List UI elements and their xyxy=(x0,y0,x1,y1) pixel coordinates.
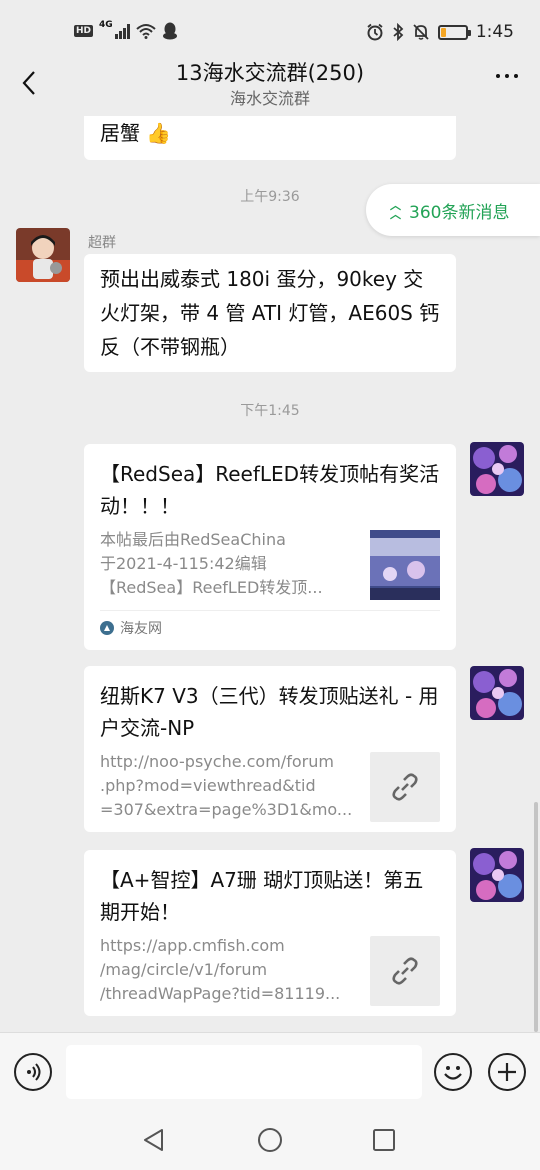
new-messages-label: 360条新消息 xyxy=(409,202,510,223)
card-description: 本帖最后由RedSeaChina 于2021-4-115:42编辑 【RedSe… xyxy=(100,530,323,597)
nav-back-button[interactable] xyxy=(138,1124,170,1156)
card-title: 【RedSea】ReefLED转发顶帖有奖活动！！！ xyxy=(100,462,440,518)
card-description: https://app.cmfish.com /mag/circle/v1/fo… xyxy=(100,936,341,1003)
hd-badge: HD xyxy=(74,25,94,37)
emoji-icon xyxy=(444,1066,462,1080)
link-card-np[interactable]: 纽斯K7 V3（三代）转发顶贴送礼 - 用户交流-NP http://noo-p… xyxy=(84,666,456,832)
message-bubble[interactable]: 预出出威泰式 180i 蛋分，90key 交火灯架，带 4 管 ATI 灯管，A… xyxy=(84,254,456,372)
link-card-cmfish[interactable]: 【A+智控】A7珊 瑚灯顶贴送！第五期开始！ https://app.cmfis… xyxy=(84,850,456,1016)
link-icon xyxy=(392,773,418,801)
card-source: 海友网 xyxy=(100,610,440,644)
emoji-button[interactable] xyxy=(434,1053,472,1091)
card-body: https://app.cmfish.com /mag/circle/v1/fo… xyxy=(100,934,440,1006)
voice-button[interactable] xyxy=(14,1053,52,1091)
avatar-self[interactable] xyxy=(470,442,524,496)
more-options-button[interactable] xyxy=(496,74,518,78)
header-title-block: 13海水交流群(250) 海水交流群 xyxy=(0,58,540,110)
status-time: 1:45 xyxy=(475,22,514,42)
partial-message-text: 居蟹 👍 xyxy=(100,121,172,145)
mute-bell-icon xyxy=(413,24,429,40)
double-chevron-up-icon: ︿ ︿ xyxy=(390,199,401,221)
system-nav-bar xyxy=(0,1110,540,1170)
qq-penguin-icon xyxy=(162,22,177,40)
wifi-icon xyxy=(136,24,156,39)
more-dot xyxy=(514,74,518,78)
source-logo-icon xyxy=(100,620,114,635)
avatar[interactable] xyxy=(16,228,70,282)
chat-scrollbar[interactable] xyxy=(534,802,538,1032)
signal-icon xyxy=(114,23,130,39)
more-dot xyxy=(505,74,509,78)
link-icon xyxy=(392,957,418,985)
card-body: 本帖最后由RedSeaChina 于2021-4-115:42编辑 【RedSe… xyxy=(100,528,440,600)
nav-recents-button[interactable] xyxy=(368,1124,400,1156)
nav-back-triangle-icon xyxy=(144,1129,163,1151)
card-description: http://noo-psyche.com/forum .php?mod=vie… xyxy=(100,752,353,819)
avatar-self[interactable] xyxy=(470,666,524,720)
battery-icon xyxy=(437,24,471,40)
chat-area[interactable]: 居蟹 👍 上午9:36 ︿ ︿ 360条新消息 超群 预出出威泰式 180i 蛋分… xyxy=(0,116,540,1032)
coral-avatar-image xyxy=(470,442,524,496)
status-left: HD 4G xyxy=(74,20,178,40)
network-type: 4G xyxy=(99,20,113,30)
plus-button[interactable] xyxy=(488,1053,526,1091)
more-dots-icon xyxy=(496,74,500,78)
nav-home-circle-icon xyxy=(258,1128,282,1152)
card-body: http://noo-psyche.com/forum .php?mod=vie… xyxy=(100,750,440,822)
nav-home-button[interactable] xyxy=(254,1124,286,1156)
card-thumbnail xyxy=(370,936,440,1006)
message-text: 预出出威泰式 180i 蛋分，90key 交火灯架，带 4 管 ATI 灯管，A… xyxy=(100,267,440,359)
partial-message-bubble[interactable]: 居蟹 👍 xyxy=(84,116,456,160)
card-title: 【A+智控】A7珊 瑚灯顶贴送！第五期开始！ xyxy=(100,868,424,924)
voice-icon xyxy=(27,1063,41,1081)
card-title: 纽斯K7 V3（三代）转发顶贴送礼 - 用户交流-NP xyxy=(100,684,439,740)
bluetooth-icon xyxy=(393,23,404,41)
avatar-image xyxy=(16,228,70,282)
link-card-redsea[interactable]: 【RedSea】ReefLED转发顶帖有奖活动！！！ 本帖最后由RedSeaCh… xyxy=(84,444,456,650)
card-thumbnail xyxy=(370,530,440,600)
sender-name: 超群 xyxy=(88,235,116,251)
plus-icon xyxy=(498,1063,516,1081)
card-thumbnail xyxy=(370,752,440,822)
chat-header: 13海水交流群(250) 海水交流群 xyxy=(0,52,540,116)
card-source-name: 海友网 xyxy=(120,620,162,637)
nav-recents-square-icon xyxy=(373,1129,395,1151)
battery-fill xyxy=(440,27,446,37)
message-input[interactable] xyxy=(66,1045,422,1099)
timestamp-divider: 下午1:45 xyxy=(240,403,300,419)
alarm-icon xyxy=(367,23,383,41)
new-messages-button[interactable]: ︿ ︿ 360条新消息 xyxy=(366,184,540,236)
avatar-self[interactable] xyxy=(470,848,524,902)
chat-title: 13海水交流群(250) xyxy=(175,61,365,85)
coral-avatar-image xyxy=(470,848,524,902)
message-input-bar xyxy=(0,1032,540,1110)
chat-subtitle: 海水交流群 xyxy=(229,89,310,108)
coral-avatar-image xyxy=(470,666,524,720)
status-right: 1:45 xyxy=(366,22,514,42)
